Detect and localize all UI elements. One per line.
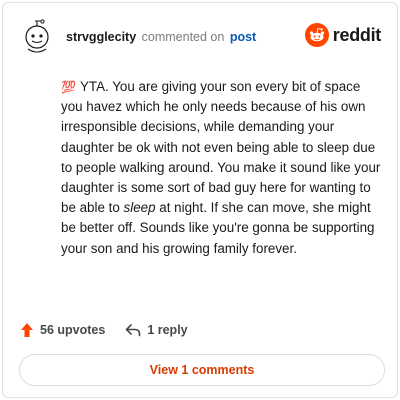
upvote-count: 56 upvotes bbox=[40, 323, 106, 337]
comment-text-part1: YTA. You are giving your son every bit o… bbox=[61, 79, 381, 216]
reddit-wordmark: reddit bbox=[332, 24, 382, 45]
reply-count: 1 reply bbox=[147, 323, 188, 337]
comment-text-italic: sleep bbox=[123, 200, 156, 216]
reply-arrow-icon bbox=[126, 324, 141, 337]
reddit-snoo-icon bbox=[304, 23, 329, 47]
reply-button[interactable]: 1 reply bbox=[125, 323, 188, 337]
upvote-button[interactable]: 56 upvotes bbox=[20, 322, 105, 338]
upvote-arrow-icon bbox=[21, 323, 33, 337]
hundred-points-emoji: 💯 bbox=[61, 80, 76, 94]
comment-card: strvgglecity commented on post reddit 💯 Y… bbox=[2, 2, 398, 398]
username-link[interactable]: strvgglecity bbox=[66, 30, 136, 44]
reddit-brand[interactable]: reddit bbox=[304, 21, 382, 49]
post-link[interactable]: post bbox=[230, 30, 256, 44]
comment-byline: strvgglecity commented on post bbox=[66, 30, 256, 44]
view-comments-button[interactable]: View 1 comments bbox=[19, 354, 385, 386]
comment-body: 💯 YTA. You are giving your son every bit … bbox=[61, 77, 381, 259]
comment-actions: 56 upvotes 1 reply bbox=[20, 320, 188, 340]
comment-header: strvgglecity commented on post reddit bbox=[20, 17, 383, 57]
byline-verb: commented on bbox=[141, 30, 225, 44]
user-avatar[interactable] bbox=[20, 19, 58, 57]
